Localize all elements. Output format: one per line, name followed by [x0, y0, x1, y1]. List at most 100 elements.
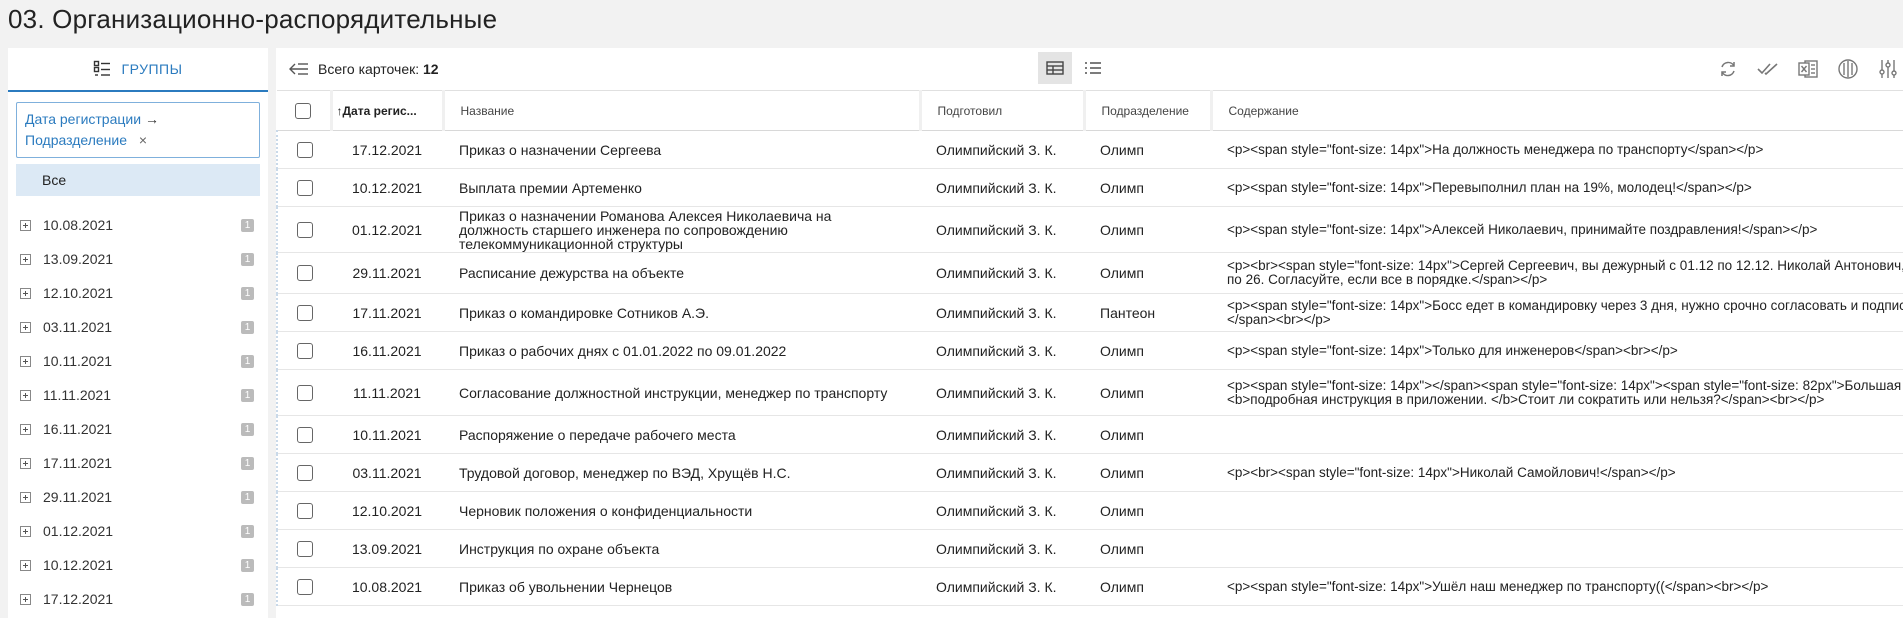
row-checkbox[interactable] [296, 578, 313, 595]
cards-table-wrap: ↑Дата регис... Название Подготовил Подра… [276, 90, 1903, 606]
group-item[interactable]: 17.11.2021 1 [8, 446, 268, 480]
cell-author: Олимпийский З. К. [920, 453, 1084, 492]
row-checkbox[interactable] [296, 221, 313, 238]
expand-icon[interactable] [20, 593, 31, 605]
filter-settings-icon[interactable] [1873, 54, 1903, 84]
table-row[interactable]: 17.11.2021 Приказ о командировке Сотнико… [276, 293, 1903, 332]
row-checkbox[interactable] [296, 342, 313, 359]
select-all-header[interactable] [277, 90, 331, 131]
group-item[interactable]: 11.11.2021 1 [8, 378, 268, 412]
table-row[interactable]: 13.09.2021 Инструкция по охране объекта … [276, 529, 1903, 568]
expand-icon[interactable] [20, 321, 31, 333]
group-item[interactable]: 03.11.2021 1 [8, 310, 268, 344]
row-select-cell[interactable] [276, 567, 331, 606]
row-checkbox[interactable] [296, 384, 313, 401]
refresh-icon[interactable] [1713, 54, 1743, 84]
row-select-cell[interactable] [276, 293, 331, 332]
grid-view-icon[interactable] [1038, 52, 1072, 84]
table-row[interactable]: 10.12.2021 Выплата премии Артеменко Олим… [276, 168, 1903, 207]
table-row[interactable]: 03.11.2021 Трудовой договор, менеджер по… [276, 453, 1903, 492]
group-item[interactable]: 01.12.2021 1 [8, 514, 268, 548]
column-header-author[interactable]: Подготовил [918, 90, 1084, 131]
expand-icon[interactable] [20, 253, 31, 265]
table-row[interactable]: 12.10.2021 Черновик положения о конфиден… [276, 491, 1903, 530]
double-check-icon[interactable] [1753, 54, 1783, 84]
group-all-item[interactable]: Все [16, 164, 260, 196]
cell-title[interactable]: Распоряжение о передаче рабочего места [443, 415, 920, 454]
expand-icon[interactable] [20, 559, 31, 571]
expand-icon[interactable] [20, 491, 31, 503]
group-item[interactable]: 10.11.2021 1 [8, 344, 268, 378]
groups-tab[interactable]: ГРУППЫ [8, 48, 268, 90]
table-row[interactable]: 01.12.2021 Приказ о назначении Романова … [276, 206, 1903, 253]
table-row[interactable]: 11.11.2021 Согласование должностной инст… [276, 369, 1903, 416]
group-item[interactable]: 10.08.2021 1 [8, 208, 268, 242]
cell-title[interactable]: Инструкция по охране объекта [443, 529, 920, 568]
group-item[interactable]: 12.10.2021 1 [8, 276, 268, 310]
expand-icon[interactable] [20, 457, 31, 469]
row-checkbox[interactable] [296, 304, 313, 321]
group-item[interactable]: 29.11.2021 1 [8, 480, 268, 514]
cell-title[interactable]: Согласование должностной инструкции, мен… [443, 369, 920, 416]
row-checkbox[interactable] [296, 502, 313, 519]
row-select-cell[interactable] [276, 529, 331, 568]
row-select-cell[interactable] [276, 206, 331, 253]
cell-title[interactable]: Черновик положения о конфиденциальности [443, 491, 920, 530]
expand-icon[interactable] [20, 355, 31, 367]
group-item-label: 13.09.2021 [43, 251, 114, 267]
row-select-cell[interactable] [276, 130, 331, 169]
table-row[interactable]: 29.11.2021 Расписание дежурства на объек… [276, 252, 1903, 294]
table-row[interactable]: 10.11.2021 Распоряжение о передаче рабоч… [276, 415, 1903, 454]
cell-title[interactable]: Приказ о назначении Сергеева [443, 130, 920, 169]
group-item-label: 29.11.2021 [43, 489, 113, 505]
cell-department: Олимп [1084, 252, 1211, 294]
group-by-first[interactable]: Дата регистрации [25, 111, 141, 127]
group-by-selector[interactable]: Дата регистрации → Подразделение × [16, 102, 260, 158]
group-by-second[interactable]: Подразделение [25, 132, 127, 148]
expand-icon[interactable] [20, 219, 31, 231]
table-row[interactable]: 10.08.2021 Приказ об увольнении Чернецов… [276, 567, 1903, 606]
column-header-content[interactable]: Содержание [1209, 90, 1903, 131]
cell-title[interactable]: Трудовой договор, менеджер по ВЭД, Хрущё… [443, 453, 920, 492]
cell-title[interactable]: Приказ об увольнении Чернецов [443, 567, 920, 606]
column-header-department[interactable]: Подразделение [1082, 90, 1211, 131]
cell-title[interactable]: Выплата премии Артеменко [443, 168, 920, 207]
group-item[interactable]: 13.09.2021 1 [8, 242, 268, 276]
expand-icon[interactable] [20, 389, 31, 401]
row-select-cell[interactable] [276, 453, 331, 492]
excel-export-icon[interactable] [1793, 54, 1823, 84]
row-select-cell[interactable] [276, 168, 331, 207]
row-checkbox[interactable] [296, 265, 313, 282]
list-view-icon[interactable] [1076, 52, 1110, 84]
row-checkbox[interactable] [296, 540, 313, 557]
table-row[interactable]: 16.11.2021 Приказ о рабочих днях с 01.01… [276, 331, 1903, 370]
row-checkbox[interactable] [296, 141, 313, 158]
column-header-title[interactable]: Название [441, 90, 920, 131]
select-all-checkbox[interactable] [295, 102, 312, 119]
row-select-cell[interactable] [276, 252, 331, 294]
cell-title[interactable]: Расписание дежурства на объекте [443, 252, 920, 294]
collapse-left-icon[interactable] [288, 58, 310, 80]
cell-date: 13.09.2021 [331, 529, 443, 568]
group-item[interactable]: 17.12.2021 1 [8, 582, 268, 616]
expand-icon[interactable] [20, 287, 31, 299]
column-header-date[interactable]: ↑Дата регис... [329, 90, 443, 131]
expand-icon[interactable] [20, 525, 31, 537]
table-row[interactable]: 17.12.2021 Приказ о назначении Сергеева … [276, 130, 1903, 169]
cell-title[interactable]: Приказ о командировке Сотников А.Э. [443, 293, 920, 332]
row-select-cell[interactable] [276, 415, 331, 454]
remove-grouping-icon[interactable]: × [139, 132, 147, 148]
group-item[interactable]: 10.12.2021 1 [8, 548, 268, 582]
row-checkbox[interactable] [296, 179, 313, 196]
row-select-cell[interactable] [276, 331, 331, 370]
row-select-cell[interactable] [276, 491, 331, 530]
row-checkbox[interactable] [296, 464, 313, 481]
cell-title[interactable]: Приказ о рабочих днях с 01.01.2022 по 09… [443, 331, 920, 370]
row-checkbox[interactable] [296, 426, 313, 443]
cell-title[interactable]: Приказ о назначении Романова Алексея Ник… [443, 206, 920, 253]
group-item[interactable]: 16.11.2021 1 [8, 412, 268, 446]
column-settings-icon[interactable] [1833, 54, 1863, 84]
expand-icon[interactable] [20, 423, 31, 435]
group-count-badge: 1 [241, 558, 254, 572]
row-select-cell[interactable] [276, 369, 331, 416]
